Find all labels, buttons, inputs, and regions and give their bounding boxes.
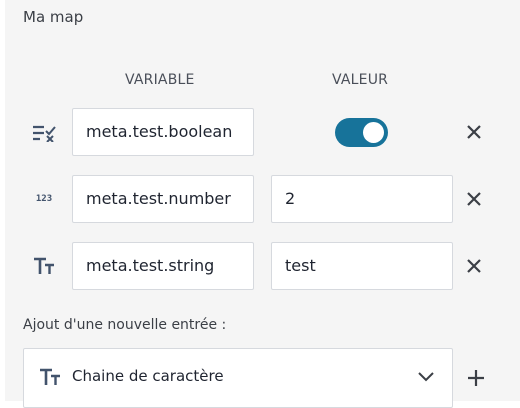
- boolean-type-icon: [30, 118, 58, 146]
- close-icon: [467, 259, 481, 273]
- plus-icon: [468, 370, 484, 386]
- toggle-knob: [363, 122, 384, 143]
- column-header-variable: VARIABLE: [125, 72, 195, 88]
- add-entry-label: Ajout d'une nouvelle entrée :: [23, 317, 227, 333]
- number-type-icon: 123: [35, 194, 53, 204]
- entry-type-select[interactable]: Chaine de caractère: [23, 348, 453, 408]
- variable-input-boolean[interactable]: meta.test.boolean: [72, 108, 254, 156]
- chevron-down-icon: [418, 372, 434, 382]
- column-header-value: VALEUR: [332, 72, 389, 88]
- panel-title: Ma map: [23, 8, 84, 26]
- remove-row-number-button[interactable]: [463, 188, 485, 210]
- string-type-icon: [36, 363, 64, 391]
- variable-input-string[interactable]: meta.test.string: [72, 242, 254, 290]
- remove-row-string-button[interactable]: [463, 255, 485, 277]
- value-input-string[interactable]: test: [271, 242, 453, 290]
- value-input-number[interactable]: 2: [271, 175, 453, 223]
- entry-type-selected-value: Chaine de caractère: [72, 367, 224, 385]
- variable-input-number[interactable]: meta.test.number: [72, 175, 254, 223]
- value-toggle-boolean[interactable]: [335, 118, 388, 147]
- remove-row-boolean-button[interactable]: [463, 121, 485, 143]
- close-icon: [467, 192, 481, 206]
- string-type-icon: [30, 252, 58, 280]
- close-icon: [467, 125, 481, 139]
- add-entry-button[interactable]: [462, 364, 490, 392]
